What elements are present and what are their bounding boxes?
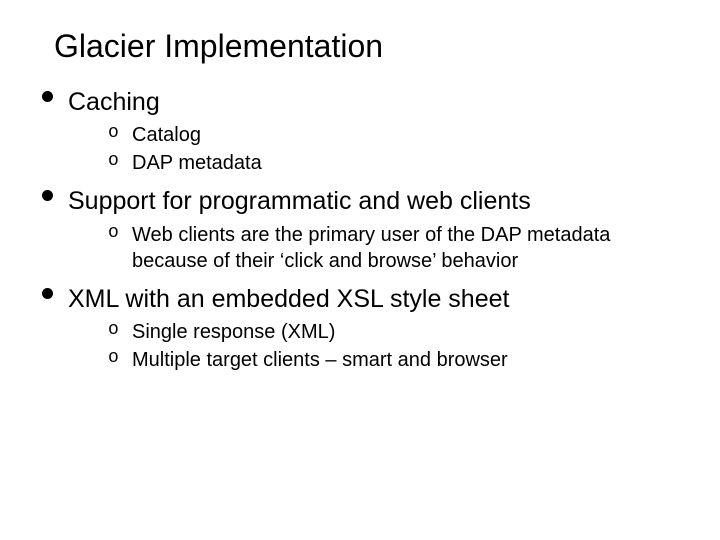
sub-bullet-list: Catalog DAP metadata: [68, 122, 680, 176]
sub-bullet-item: Catalog: [108, 122, 680, 148]
bullet-list: Caching Catalog DAP metadata Support for…: [40, 87, 680, 373]
sub-bullet-item: Single response (XML): [108, 319, 680, 345]
bullet-text: XML with an embedded XSL style sheet: [68, 284, 680, 315]
sub-bullet-item: Multiple target clients – smart and brow…: [108, 347, 680, 373]
bullet-text: Caching: [68, 87, 680, 118]
bullet-item: XML with an embedded XSL style sheet Sin…: [40, 284, 680, 373]
bullet-text: Support for programmatic and web clients: [68, 186, 680, 217]
sub-bullet-item: DAP metadata: [108, 150, 680, 176]
slide: Glacier Implementation Caching Catalog D…: [0, 0, 720, 540]
sub-bullet-list: Web clients are the primary user of the …: [68, 222, 680, 274]
bullet-item: Caching Catalog DAP metadata: [40, 87, 680, 176]
bullet-item: Support for programmatic and web clients…: [40, 186, 680, 273]
sub-bullet-item: Web clients are the primary user of the …: [108, 222, 680, 274]
slide-title: Glacier Implementation: [54, 28, 680, 65]
sub-bullet-list: Single response (XML) Multiple target cl…: [68, 319, 680, 373]
